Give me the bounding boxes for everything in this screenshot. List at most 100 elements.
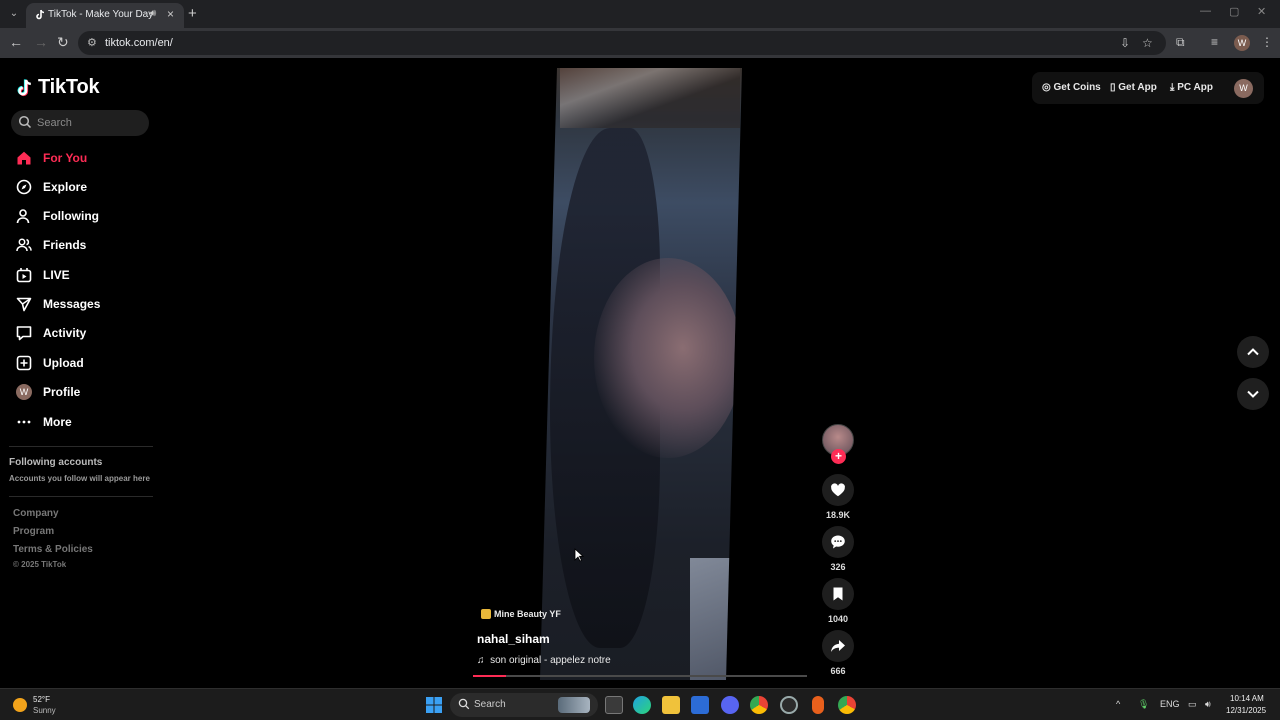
video-player[interactable] bbox=[540, 68, 742, 680]
volume-icon[interactable]: 🔊︎ bbox=[1205, 699, 1211, 710]
browser-menu-icon[interactable]: ⋮ bbox=[1261, 35, 1273, 49]
nav-explore[interactable]: Explore bbox=[16, 175, 156, 199]
discord-icon[interactable] bbox=[721, 696, 739, 714]
search-icon bbox=[18, 115, 32, 129]
video-progress-bar[interactable] bbox=[473, 675, 807, 677]
nav-activity[interactable]: Activity bbox=[16, 321, 156, 345]
edge-icon[interactable] bbox=[633, 696, 651, 714]
video-frame-face bbox=[594, 258, 742, 458]
send-icon bbox=[16, 297, 32, 312]
chevron-up-icon bbox=[1247, 348, 1259, 356]
language-indicator[interactable]: ENG bbox=[1160, 699, 1180, 709]
clock-date[interactable]: 12/31/2025 bbox=[1226, 706, 1266, 715]
chrome-icon[interactable] bbox=[750, 696, 768, 714]
chrome-profile-icon[interactable] bbox=[838, 696, 856, 714]
video-badge[interactable]: Mine Beauty YF bbox=[481, 609, 561, 619]
save-button[interactable] bbox=[822, 578, 854, 610]
network-icon[interactable]: ▭ bbox=[1188, 699, 1197, 710]
like-button[interactable] bbox=[822, 474, 854, 506]
nav-label: Profile bbox=[43, 385, 81, 399]
window-close-icon[interactable]: ✕ bbox=[1257, 5, 1266, 18]
site-info-icon[interactable]: ⚙ bbox=[87, 36, 97, 49]
activity-icon bbox=[16, 326, 32, 341]
nav-label: Following bbox=[43, 209, 99, 223]
tiktok-page: TikTok For You Explore Following Friends… bbox=[0, 58, 1280, 688]
microphone-app-icon[interactable] bbox=[812, 696, 824, 714]
get-app-label: Get App bbox=[1118, 82, 1157, 93]
tab-close-icon[interactable]: × bbox=[167, 7, 174, 21]
copyright: © 2025 TikTok bbox=[13, 560, 67, 569]
share-count: 666 bbox=[830, 666, 846, 676]
address-bar[interactable]: ⚙ tiktok.com/en/ ⇩ ☆ bbox=[78, 31, 1166, 55]
footer-link-terms[interactable]: Terms & Policies bbox=[13, 544, 93, 555]
next-video-button[interactable] bbox=[1237, 378, 1269, 410]
search-input[interactable] bbox=[37, 114, 142, 132]
weather-condition[interactable]: Sunny bbox=[33, 706, 56, 715]
pc-app-button[interactable]: ⤓ PC App bbox=[1170, 82, 1213, 93]
mic-tray-icon[interactable]: 🎙︎ bbox=[1138, 699, 1149, 710]
tab-list-button[interactable]: ⌄ bbox=[6, 6, 22, 22]
nav-friends[interactable]: Friends bbox=[16, 233, 156, 257]
windows-start-icon[interactable] bbox=[425, 696, 443, 714]
sidebar-divider bbox=[9, 446, 153, 447]
tiktok-logo-icon bbox=[17, 78, 31, 96]
new-tab-button[interactable]: + bbox=[188, 5, 197, 22]
get-coins-button[interactable]: ◎ Get Coins bbox=[1042, 82, 1101, 93]
video-frame-shirt bbox=[690, 558, 730, 680]
windows-taskbar: 52°F Sunny Search ^ 🎙︎ ENG ▭ 🔊︎ 10:14 AM… bbox=[0, 688, 1280, 720]
nav-following[interactable]: Following bbox=[16, 204, 156, 228]
follow-plus-button[interactable]: + bbox=[831, 449, 846, 464]
comment-button[interactable] bbox=[822, 526, 854, 558]
video-author[interactable]: nahal_siham bbox=[477, 632, 550, 646]
weather-temperature[interactable]: 52°F bbox=[33, 695, 50, 704]
person-icon bbox=[16, 209, 30, 224]
extensions-icon[interactable]: ⧉ bbox=[1176, 35, 1185, 50]
taskbar-search[interactable]: Search bbox=[450, 693, 598, 717]
bookmark-star-icon[interactable]: ☆ bbox=[1142, 36, 1153, 50]
audio-playing-icon[interactable]: 🔊︎ bbox=[150, 8, 156, 19]
share-button[interactable] bbox=[822, 630, 854, 662]
following-accounts-subtitle: Accounts you follow will appear here bbox=[9, 474, 150, 483]
install-app-icon[interactable]: ⇩ bbox=[1120, 36, 1130, 50]
user-avatar[interactable]: W bbox=[1234, 79, 1253, 98]
store-icon[interactable] bbox=[691, 696, 709, 714]
mouse-cursor-icon bbox=[574, 548, 584, 562]
footer-link-program[interactable]: Program bbox=[13, 526, 54, 537]
browser-profile-avatar[interactable]: W bbox=[1234, 35, 1250, 51]
tiktok-logo[interactable]: TikTok bbox=[16, 76, 100, 99]
nav-label: Messages bbox=[43, 297, 101, 311]
nav-for-you[interactable]: For You bbox=[16, 146, 156, 170]
friends-icon bbox=[16, 238, 32, 252]
clock-time[interactable]: 10:14 AM bbox=[1230, 694, 1264, 703]
video-frame-background bbox=[560, 68, 740, 128]
tray-overflow-icon[interactable]: ^ bbox=[1116, 699, 1120, 709]
active-app-icon[interactable] bbox=[780, 696, 798, 714]
sun-icon[interactable] bbox=[13, 698, 27, 712]
video-music[interactable]: ♫ son original - appelez notre bbox=[477, 655, 611, 666]
nav-live[interactable]: LIVE bbox=[16, 263, 156, 287]
back-icon[interactable]: ← bbox=[9, 34, 23, 50]
upload-icon bbox=[16, 355, 32, 371]
task-view-icon[interactable] bbox=[605, 696, 623, 714]
minimize-icon[interactable]: — bbox=[1200, 5, 1211, 17]
previous-video-button[interactable] bbox=[1237, 336, 1269, 368]
nav-messages[interactable]: Messages bbox=[16, 292, 156, 316]
taskbar-search-label: Search bbox=[474, 699, 506, 710]
media-control-icon[interactable]: ≡ bbox=[1211, 35, 1218, 49]
browser-tab[interactable]: TikTok - Make Your Day 🔊︎ × bbox=[26, 3, 184, 28]
get-app-button[interactable]: ▯ Get App bbox=[1110, 82, 1157, 93]
file-explorer-icon[interactable] bbox=[662, 696, 680, 714]
more-icon bbox=[17, 420, 31, 424]
footer-link-company[interactable]: Company bbox=[13, 508, 59, 519]
following-accounts-title: Following accounts bbox=[9, 457, 103, 468]
nav-more[interactable]: More bbox=[16, 410, 156, 434]
reload-icon[interactable]: ↻ bbox=[57, 34, 69, 51]
tab-title: TikTok - Make Your Day bbox=[48, 9, 154, 20]
search-box[interactable] bbox=[11, 110, 149, 136]
maximize-icon[interactable]: ▢ bbox=[1229, 5, 1239, 18]
music-title: son original - appelez notre bbox=[490, 655, 611, 666]
forward-icon[interactable]: → bbox=[34, 34, 48, 50]
nav-upload[interactable]: Upload bbox=[16, 351, 156, 375]
share-icon bbox=[831, 640, 845, 652]
nav-profile[interactable]: W Profile bbox=[16, 380, 156, 404]
